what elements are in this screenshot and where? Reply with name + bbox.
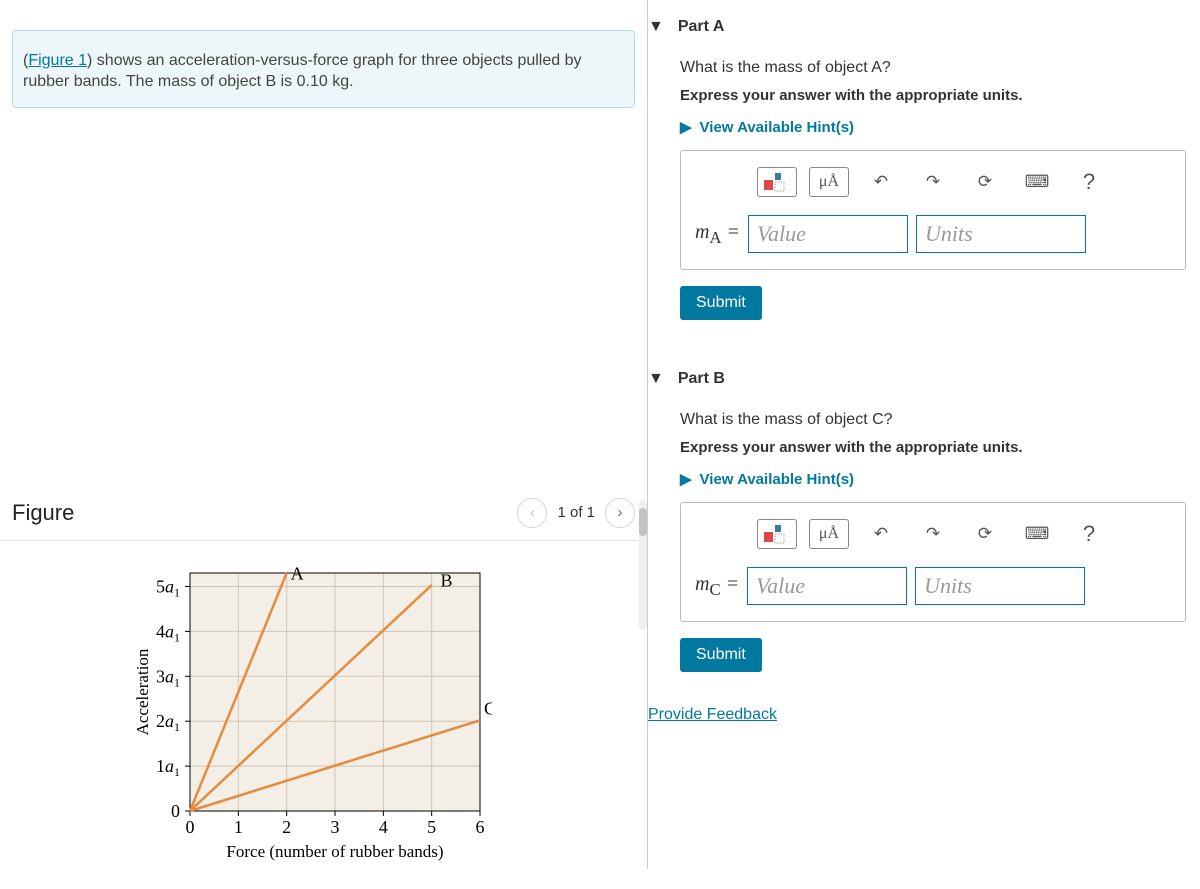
svg-text:5a1: 5a1 [156, 576, 180, 599]
reset-icon: ⟳ [978, 524, 992, 544]
part-a-question: What is the mass of object A? [680, 59, 1186, 77]
svg-text:1: 1 [234, 817, 243, 837]
part-b-units-input[interactable] [915, 567, 1085, 605]
part-a-header[interactable]: ▼ Part A [648, 0, 1186, 43]
assignment-panel: (Figure 1) shows an acceleration-versus-… [0, 0, 648, 869]
caret-down-icon: ▼ [648, 18, 664, 36]
figure-title: Figure [12, 500, 517, 526]
undo-icon: ↶ [874, 172, 888, 192]
figure-nav: ‹ 1 of 1 › [517, 498, 635, 528]
svg-text:5: 5 [427, 817, 436, 837]
svg-text:A: A [291, 563, 304, 583]
svg-text:C: C [484, 698, 492, 718]
acceleration-force-chart: 0 1 2 3 4 5 6 0 1a1 2a1 3a1 4a1 5a1 A B C Force (number … [132, 563, 492, 863]
part-a-content: What is the mass of object A? Express yo… [648, 43, 1186, 320]
caret-down-icon: ▼ [648, 370, 664, 388]
keyboard-icon: ⌨ [1025, 172, 1050, 192]
part-b-answer-box: μÅ ↶ ↷ ⟳ ⌨ ? mC = [680, 502, 1186, 622]
figure-prev-button[interactable]: ‹ [517, 498, 547, 528]
svg-text:B: B [441, 570, 453, 590]
part-b-value-input[interactable] [747, 567, 907, 605]
templates-button[interactable] [757, 519, 797, 549]
figure-page-indicator: 1 of 1 [557, 504, 595, 521]
part-a-value-input[interactable] [748, 215, 908, 253]
part-a-note: Express your answer with the appropriate… [680, 87, 1186, 104]
svg-text:0: 0 [171, 801, 180, 821]
part-b-hints-toggle[interactable]: ▶ View Available Hint(s) [680, 470, 1186, 488]
unit-button[interactable]: μÅ [809, 167, 849, 197]
reset-button[interactable]: ⟳ [965, 167, 1005, 197]
part-a-hints-toggle[interactable]: ▶ View Available Hint(s) [680, 118, 1186, 136]
figure-next-button[interactable]: › [605, 498, 635, 528]
input-toolbar: μÅ ↶ ↷ ⟳ ⌨ ? [695, 167, 1171, 197]
part-b-note: Express your answer with the appropriate… [680, 439, 1186, 456]
svg-text:Acceleration: Acceleration [133, 648, 152, 735]
svg-text:4: 4 [379, 817, 388, 837]
chevron-right-icon: › [618, 504, 623, 521]
templates-icon [763, 524, 791, 544]
svg-text:2: 2 [282, 817, 291, 837]
keyboard-icon: ⌨ [1025, 524, 1050, 544]
redo-button[interactable]: ↷ [913, 167, 953, 197]
part-b-input-row: mC = [695, 567, 1171, 605]
part-b-question: What is the mass of object C? [680, 411, 1186, 429]
svg-text:1a1: 1a1 [156, 756, 180, 779]
keyboard-button[interactable]: ⌨ [1017, 519, 1057, 549]
undo-button[interactable]: ↶ [861, 167, 901, 197]
figure-header: Figure ‹ 1 of 1 › [0, 498, 647, 528]
part-a-input-row: mA = [695, 215, 1171, 253]
part-b-label: Part B [678, 370, 725, 388]
svg-text:6: 6 [476, 817, 485, 837]
intro-post: ) shows an acceleration-versus-force gra… [23, 52, 582, 90]
input-toolbar: μÅ ↶ ↷ ⟳ ⌨ ? [695, 519, 1171, 549]
part-b-content: What is the mass of object C? Express yo… [648, 395, 1186, 672]
part-a-answer-box: μÅ ↶ ↷ ⟳ ⌨ ? mA = [680, 150, 1186, 270]
hints-label: View Available Hint(s) [700, 471, 855, 488]
figure-link[interactable]: Figure 1 [28, 52, 87, 69]
help-button[interactable]: ? [1069, 519, 1109, 549]
part-b-submit-button[interactable]: Submit [680, 638, 762, 672]
templates-icon [763, 172, 791, 192]
part-b-var-label: mC = [695, 573, 739, 600]
help-button[interactable]: ? [1069, 167, 1109, 197]
part-b-header[interactable]: ▼ Part B [648, 352, 1186, 395]
keyboard-button[interactable]: ⌨ [1017, 167, 1057, 197]
reset-button[interactable]: ⟳ [965, 519, 1005, 549]
redo-button[interactable]: ↷ [913, 519, 953, 549]
svg-text:0: 0 [186, 817, 195, 837]
svg-text:4a1: 4a1 [156, 621, 180, 644]
provide-feedback-link[interactable]: Provide Feedback [648, 706, 777, 724]
scrollbar[interactable] [639, 500, 647, 630]
templates-button[interactable] [757, 167, 797, 197]
svg-text:2a1: 2a1 [156, 711, 180, 734]
part-a-units-input[interactable] [916, 215, 1086, 253]
part-a-var-label: mA = [695, 221, 740, 248]
unit-button[interactable]: μÅ [809, 519, 849, 549]
redo-icon: ↷ [926, 524, 940, 544]
hints-label: View Available Hint(s) [700, 119, 855, 136]
caret-right-icon: ▶ [680, 470, 692, 488]
answer-panel: ▼ Part A What is the mass of object A? E… [648, 0, 1200, 869]
undo-button[interactable]: ↶ [861, 519, 901, 549]
redo-icon: ↷ [926, 172, 940, 192]
chevron-left-icon: ‹ [530, 504, 535, 521]
undo-icon: ↶ [874, 524, 888, 544]
part-a-label: Part A [678, 18, 725, 36]
reset-icon: ⟳ [978, 172, 992, 192]
part-a-submit-button[interactable]: Submit [680, 286, 762, 320]
caret-right-icon: ▶ [680, 118, 692, 136]
svg-text:3: 3 [331, 817, 340, 837]
svg-text:Force (number of rubber bands): Force (number of rubber bands) [226, 842, 443, 861]
intro-box: (Figure 1) shows an acceleration-versus-… [12, 30, 635, 108]
svg-text:3a1: 3a1 [156, 666, 180, 689]
figure-body: 0 1 2 3 4 5 6 0 1a1 2a1 3a1 4a1 5a1 A B C Force (number … [0, 541, 647, 889]
